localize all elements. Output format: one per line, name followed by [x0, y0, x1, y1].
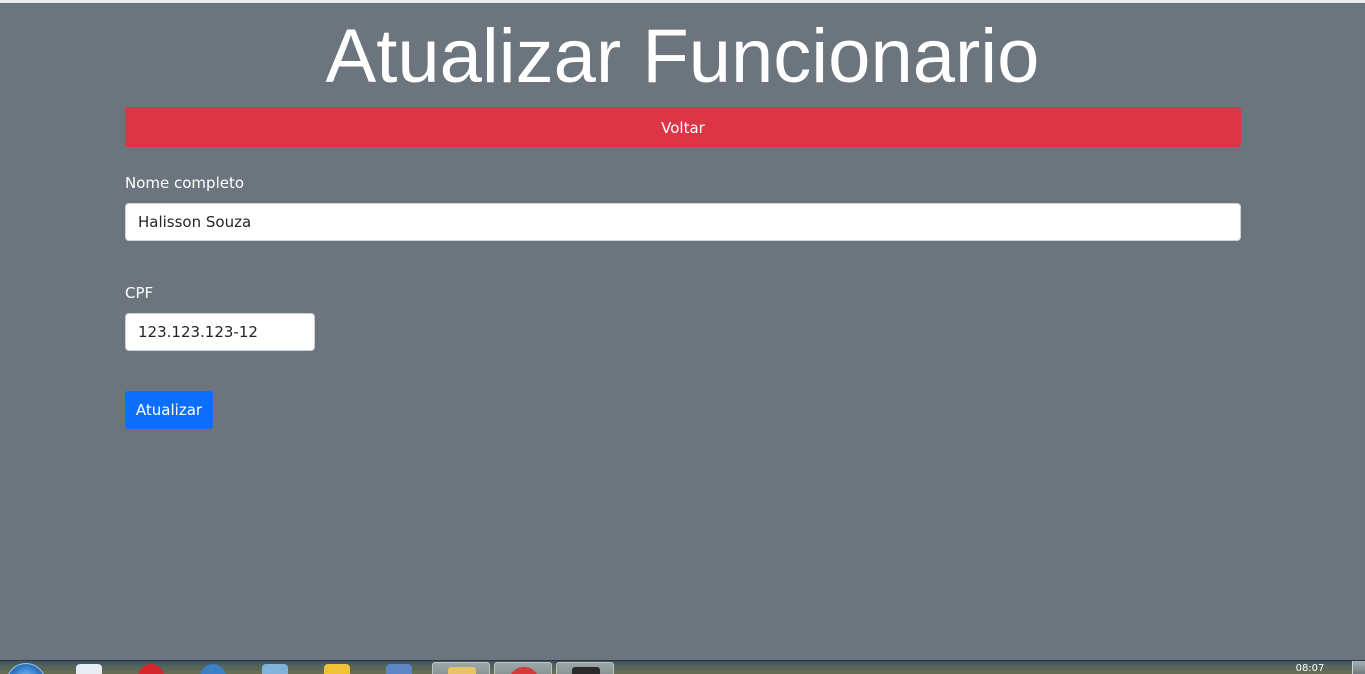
start-orb-icon[interactable] [6, 663, 46, 674]
documents-icon[interactable] [76, 664, 102, 674]
name-label: Nome completo [125, 174, 245, 192]
back-button[interactable]: Voltar [125, 107, 1241, 147]
opera-icon[interactable] [138, 664, 164, 674]
editor-icon [572, 667, 600, 674]
update-button[interactable]: Atualizar [125, 391, 213, 429]
file-explorer-icon[interactable] [262, 664, 288, 674]
taskbar-button-chrome[interactable] [494, 662, 552, 674]
page-title: Atualizar Funcionario [325, 14, 1040, 99]
name-input[interactable] [125, 203, 1241, 241]
taskbar: 08:07 [0, 660, 1365, 674]
taskbar-button-editor[interactable] [556, 662, 614, 674]
chrome-icon [510, 667, 538, 674]
cpf-input[interactable] [125, 313, 315, 351]
internet-explorer-icon[interactable] [200, 664, 226, 674]
folder-icon[interactable] [324, 664, 350, 674]
show-desktop-button[interactable] [1352, 661, 1365, 674]
folder-icon [448, 667, 476, 674]
taskbar-clock[interactable]: 08:07 [1290, 664, 1330, 674]
window-top-edge [0, 0, 1365, 3]
taskbar-button-explorer[interactable] [432, 662, 490, 674]
app-icon[interactable] [386, 664, 412, 674]
cpf-label: CPF [125, 284, 154, 302]
